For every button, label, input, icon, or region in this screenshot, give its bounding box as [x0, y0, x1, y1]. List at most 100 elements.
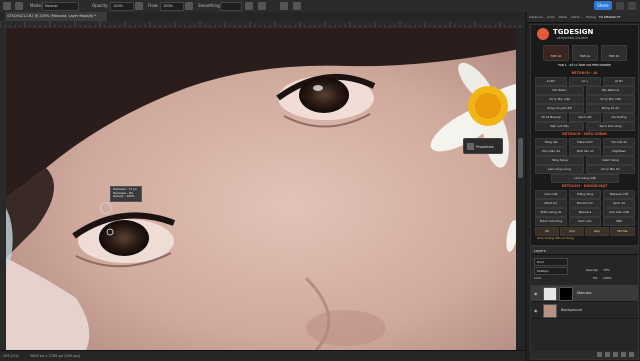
layer-row[interactable]: ◉ Manusia — [531, 285, 638, 302]
tab-tgdesign[interactable]: TG DESIGN V7 — [599, 15, 621, 19]
ai-pro-button[interactable]: AI Pro — [535, 77, 567, 86]
layer-row[interactable]: ◉ Background — [531, 302, 638, 319]
gear-icon[interactable] — [245, 2, 253, 10]
lock-label: Lock: — [534, 276, 542, 280]
status-bar: 205,21% 3840 px x 2785 px (300 ppi) — [0, 350, 525, 361]
fill-label: Fill: — [593, 276, 599, 280]
face-button[interactable]: Mascara — [569, 208, 601, 217]
new-group-icon[interactable] — [613, 352, 618, 357]
properties-panel-button[interactable]: Properties — [463, 138, 503, 154]
layer-filter-kind[interactable]: Kind — [534, 258, 568, 266]
search-icon[interactable] — [616, 2, 624, 10]
adjust-button[interactable]: Làm sáng vùng — [535, 165, 584, 174]
adjust-button[interactable]: HighPass — [603, 147, 635, 156]
tab-3a[interactable]: TAB 3A — [601, 45, 627, 61]
adjust-button[interactable]: Tạo hột da — [603, 138, 635, 147]
face-button[interactable]: Đánh má hồng — [535, 217, 567, 226]
ai-button[interactable]: Tổ sổ Beauty — [535, 113, 567, 122]
mode-select[interactable]: Normal — [42, 2, 79, 11]
tab-color[interactable]: Color — [547, 15, 555, 19]
flow-input[interactable]: 100% — [160, 2, 184, 11]
ai-button[interactable]: Sạch ánh sáng — [586, 122, 635, 131]
section-retouch-face: RETOUCH - KHUÔN MẶT — [561, 184, 608, 188]
section-retouch-ai: RETOUCH - AI — [571, 71, 598, 75]
share-button[interactable]: Share — [594, 1, 612, 10]
adjust-button[interactable]: Đánh khối — [569, 138, 601, 147]
face-button[interactable]: Điểm sáng da — [535, 208, 567, 217]
delete-layer-icon[interactable] — [629, 352, 634, 357]
adjust-button[interactable]: Tách tần số — [569, 147, 601, 156]
airbrush-icon[interactable] — [185, 2, 193, 10]
tab-paths[interactable]: Paths — [559, 15, 567, 19]
home-icon[interactable] — [3, 2, 11, 10]
symmetry-icon[interactable] — [293, 2, 301, 10]
angle-icon[interactable] — [258, 2, 266, 10]
panel-tabs: Adobe Cl... Color Paths Librar... Histog… — [527, 12, 640, 23]
ai-button[interactable]: Sạch nốt — [569, 113, 601, 122]
face-button[interactable]: Xóa viền mắt — [603, 208, 635, 217]
ok-button[interactable]: OK — [535, 227, 559, 236]
face-button[interactable]: Mắt — [603, 217, 635, 226]
brush-cursor — [100, 202, 112, 214]
fill-value[interactable]: 100% — [603, 276, 612, 280]
delete-button[interactable]: Xóa — [560, 227, 584, 236]
tab-2a[interactable]: TAB 2A — [572, 45, 598, 61]
face-button[interactable]: Mượt tóc — [535, 199, 567, 208]
ai-button[interactable]: Mịn Basic — [535, 86, 584, 95]
visibility-eye-icon[interactable]: ◉ — [534, 291, 538, 296]
ai-button[interactable]: Xử lý Mọi mặt — [535, 95, 584, 104]
canvas-scrollbar[interactable] — [516, 28, 525, 350]
adjust-button[interactable]: Phủ màu da — [535, 147, 567, 156]
layer-thumbnail — [543, 287, 557, 301]
face-button[interactable]: Kem nền — [569, 217, 601, 226]
adjust-button[interactable]: Tăng Sáng — [535, 156, 584, 165]
layers-footer — [531, 351, 638, 359]
visibility-eye-icon[interactable]: ◉ — [534, 308, 538, 313]
workspace-icon[interactable] — [628, 2, 636, 10]
layer-name: Manusia — [577, 291, 592, 295]
ruler-ticks — [0, 21, 521, 28]
face-button[interactable]: Makeup mắt — [603, 190, 635, 199]
face-button[interactable]: Gọn mặt — [535, 190, 567, 199]
ai-button[interactable]: Đồng bộ da — [586, 104, 635, 113]
layer-mask-thumbnail[interactable] — [559, 287, 573, 301]
new-layer-icon[interactable] — [621, 352, 626, 357]
merge-button[interactable]: Gộp — [585, 227, 609, 236]
tab-libraries[interactable]: Librar... — [571, 15, 582, 19]
properties-label: Properties — [476, 145, 494, 149]
tab-adobe-color[interactable]: Adobe Cl... — [529, 15, 545, 19]
ai-button[interactable]: Da Dưỡng — [603, 113, 635, 122]
tgdesign-plugin: TGDESIGN RETOUCHING ACADEMY TAB 1A TAB 2… — [530, 24, 639, 246]
ai-button[interactable]: Nền 1/2 Mịn — [535, 122, 584, 131]
brighten-eye-button[interactable]: Làm sáng mắt — [551, 174, 619, 183]
adjust-button[interactable]: Tăng nét — [535, 138, 567, 147]
open-file-button[interactable]: Mở file — [610, 227, 635, 236]
tab-1a[interactable]: TAB 1A — [543, 45, 569, 61]
ai-button[interactable]: Xử lý Mọi mắt — [586, 95, 635, 104]
brush-tool-icon[interactable] — [15, 2, 23, 10]
pressure-opacity-icon[interactable] — [135, 2, 143, 10]
guide-link[interactable]: Xem hướng dẫn sử dụng — [537, 236, 574, 240]
ai-button[interactable]: Vùng chuyển đổi — [535, 104, 584, 113]
face-button[interactable]: Trắng răng — [569, 190, 601, 199]
opacity-input[interactable]: 100% — [110, 2, 134, 11]
tab-histogram[interactable]: Histog — [586, 15, 596, 19]
ai-button[interactable]: Mịn Natural — [586, 86, 635, 95]
mask-icon[interactable] — [597, 352, 602, 357]
adjustment-layer-icon[interactable] — [605, 352, 610, 357]
blend-mode-select[interactable]: Multiply — [534, 267, 568, 275]
adjust-button[interactable]: Giảm Sáng — [586, 156, 635, 165]
pressure-size-icon[interactable] — [280, 2, 288, 10]
layers-title: Layers — [531, 247, 638, 255]
image-canvas[interactable] — [6, 28, 525, 350]
layer-name: Background — [561, 308, 582, 312]
ai-fix-button[interactable]: AI Fix — [603, 77, 635, 86]
ai-plus-button[interactable]: AI + — [569, 77, 601, 86]
scrollbar-thumb[interactable] — [518, 138, 523, 178]
layer-opacity-value[interactable]: 70% — [603, 268, 610, 272]
face-button[interactable]: Nhuộm tóc — [569, 199, 601, 208]
smoothing-input[interactable] — [220, 2, 242, 11]
adjust-button[interactable]: Xử lý Mịn bỏ — [586, 165, 635, 174]
document-tab[interactable]: GTSC9421.CR2 @ 205% (Manusia, Layer Mask… — [5, 12, 107, 21]
face-button[interactable]: Sạch da — [603, 199, 635, 208]
